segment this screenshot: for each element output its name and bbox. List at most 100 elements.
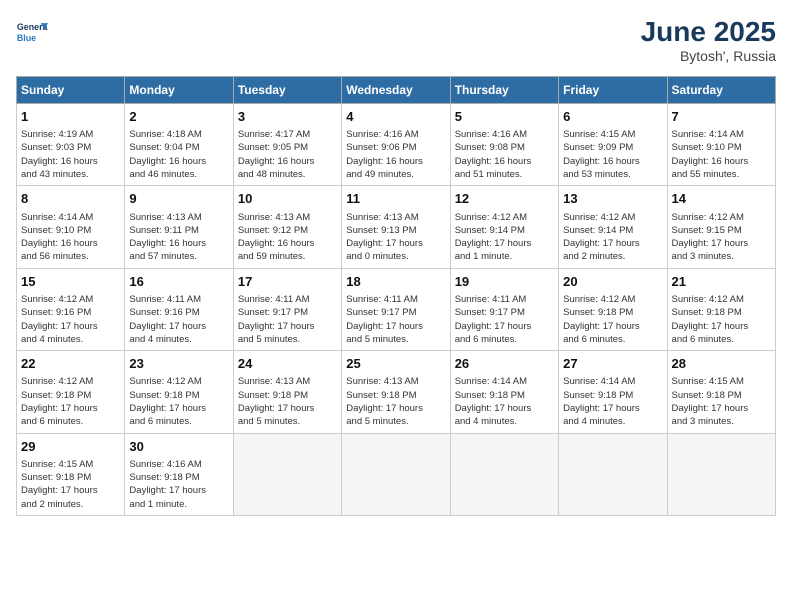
day-info-line: Sunrise: 4:19 AM bbox=[21, 128, 120, 141]
day-of-week-tuesday: Tuesday bbox=[233, 77, 341, 104]
day-info-line: Sunrise: 4:16 AM bbox=[346, 128, 445, 141]
calendar-cell: 20Sunrise: 4:12 AMSunset: 9:18 PMDayligh… bbox=[559, 268, 667, 350]
day-info-line: Sunrise: 4:13 AM bbox=[129, 211, 228, 224]
day-info-line: Daylight: 16 hours bbox=[563, 155, 662, 168]
day-info-line: Sunrise: 4:16 AM bbox=[455, 128, 554, 141]
day-info-line: Sunrise: 4:16 AM bbox=[129, 458, 228, 471]
location: Bytosh', Russia bbox=[641, 48, 776, 64]
svg-text:Blue: Blue bbox=[17, 33, 36, 43]
day-of-week-thursday: Thursday bbox=[450, 77, 558, 104]
day-info-line: Daylight: 17 hours bbox=[21, 484, 120, 497]
day-info-line: Daylight: 17 hours bbox=[21, 320, 120, 333]
day-info-line: Daylight: 16 hours bbox=[346, 155, 445, 168]
day-info-line: Sunrise: 4:14 AM bbox=[563, 375, 662, 388]
day-number: 27 bbox=[563, 355, 662, 373]
day-info-line: Sunset: 9:17 PM bbox=[346, 306, 445, 319]
day-info-line: Sunset: 9:18 PM bbox=[346, 389, 445, 402]
calendar-body: 1Sunrise: 4:19 AMSunset: 9:03 PMDaylight… bbox=[17, 104, 776, 516]
calendar-week-2: 8Sunrise: 4:14 AMSunset: 9:10 PMDaylight… bbox=[17, 186, 776, 268]
day-info-line: Sunset: 9:18 PM bbox=[21, 471, 120, 484]
calendar-cell: 3Sunrise: 4:17 AMSunset: 9:05 PMDaylight… bbox=[233, 104, 341, 186]
day-info-line: Sunrise: 4:12 AM bbox=[129, 375, 228, 388]
day-info-line: Sunset: 9:09 PM bbox=[563, 141, 662, 154]
day-info-line: and 4 minutes. bbox=[563, 415, 662, 428]
day-info-line: Daylight: 17 hours bbox=[563, 237, 662, 250]
day-info-line: Sunset: 9:08 PM bbox=[455, 141, 554, 154]
calendar-cell: 1Sunrise: 4:19 AMSunset: 9:03 PMDaylight… bbox=[17, 104, 125, 186]
day-info-line: and 5 minutes. bbox=[238, 415, 337, 428]
calendar-cell: 16Sunrise: 4:11 AMSunset: 9:16 PMDayligh… bbox=[125, 268, 233, 350]
calendar-cell: 28Sunrise: 4:15 AMSunset: 9:18 PMDayligh… bbox=[667, 351, 775, 433]
day-info-line: Sunrise: 4:13 AM bbox=[346, 211, 445, 224]
day-info-line: Sunrise: 4:11 AM bbox=[455, 293, 554, 306]
day-info-line: Daylight: 16 hours bbox=[21, 155, 120, 168]
calendar-cell: 13Sunrise: 4:12 AMSunset: 9:14 PMDayligh… bbox=[559, 186, 667, 268]
day-of-week-monday: Monday bbox=[125, 77, 233, 104]
day-info-line: Daylight: 17 hours bbox=[672, 320, 771, 333]
day-info-line: Daylight: 17 hours bbox=[672, 402, 771, 415]
day-info-line: Sunrise: 4:15 AM bbox=[672, 375, 771, 388]
day-info-line: Daylight: 16 hours bbox=[129, 155, 228, 168]
day-number: 22 bbox=[21, 355, 120, 373]
calendar-cell: 17Sunrise: 4:11 AMSunset: 9:17 PMDayligh… bbox=[233, 268, 341, 350]
day-info-line: Daylight: 17 hours bbox=[129, 320, 228, 333]
day-info-line: and 4 minutes. bbox=[455, 415, 554, 428]
day-number: 6 bbox=[563, 108, 662, 126]
day-info-line: Sunrise: 4:15 AM bbox=[563, 128, 662, 141]
day-info-line: Daylight: 17 hours bbox=[563, 402, 662, 415]
day-info-line: Daylight: 17 hours bbox=[346, 237, 445, 250]
day-info-line: Sunset: 9:16 PM bbox=[129, 306, 228, 319]
calendar-cell bbox=[233, 433, 341, 515]
day-info-line: Sunset: 9:18 PM bbox=[129, 389, 228, 402]
day-info-line: Sunrise: 4:13 AM bbox=[346, 375, 445, 388]
day-info-line: Sunrise: 4:12 AM bbox=[672, 293, 771, 306]
day-number: 16 bbox=[129, 273, 228, 291]
day-number: 15 bbox=[21, 273, 120, 291]
day-number: 7 bbox=[672, 108, 771, 126]
calendar-cell bbox=[667, 433, 775, 515]
day-info-line: Sunset: 9:15 PM bbox=[672, 224, 771, 237]
day-info-line: Sunset: 9:18 PM bbox=[238, 389, 337, 402]
day-info-line: Sunrise: 4:14 AM bbox=[21, 211, 120, 224]
calendar-table: SundayMondayTuesdayWednesdayThursdayFrid… bbox=[16, 76, 776, 516]
calendar-cell: 19Sunrise: 4:11 AMSunset: 9:17 PMDayligh… bbox=[450, 268, 558, 350]
calendar-cell: 24Sunrise: 4:13 AMSunset: 9:18 PMDayligh… bbox=[233, 351, 341, 433]
calendar-cell: 8Sunrise: 4:14 AMSunset: 9:10 PMDaylight… bbox=[17, 186, 125, 268]
calendar-cell: 21Sunrise: 4:12 AMSunset: 9:18 PMDayligh… bbox=[667, 268, 775, 350]
logo: General Blue bbox=[16, 16, 48, 48]
day-number: 14 bbox=[672, 190, 771, 208]
day-info-line: and 51 minutes. bbox=[455, 168, 554, 181]
day-info-line: and 57 minutes. bbox=[129, 250, 228, 263]
day-info-line: and 1 minute. bbox=[455, 250, 554, 263]
day-of-week-saturday: Saturday bbox=[667, 77, 775, 104]
day-info-line: Sunrise: 4:13 AM bbox=[238, 375, 337, 388]
calendar-cell bbox=[450, 433, 558, 515]
day-info-line: and 55 minutes. bbox=[672, 168, 771, 181]
day-info-line: Daylight: 17 hours bbox=[455, 402, 554, 415]
day-info-line: Sunset: 9:18 PM bbox=[563, 306, 662, 319]
day-info-line: Sunset: 9:14 PM bbox=[455, 224, 554, 237]
day-number: 21 bbox=[672, 273, 771, 291]
calendar-cell: 5Sunrise: 4:16 AMSunset: 9:08 PMDaylight… bbox=[450, 104, 558, 186]
calendar-cell: 12Sunrise: 4:12 AMSunset: 9:14 PMDayligh… bbox=[450, 186, 558, 268]
day-number: 24 bbox=[238, 355, 337, 373]
day-info-line: Sunset: 9:18 PM bbox=[455, 389, 554, 402]
day-info-line: Daylight: 17 hours bbox=[21, 402, 120, 415]
page-header: General Blue June 2025 Bytosh', Russia bbox=[16, 16, 776, 64]
day-info-line: Sunrise: 4:17 AM bbox=[238, 128, 337, 141]
day-number: 10 bbox=[238, 190, 337, 208]
day-info-line: Daylight: 17 hours bbox=[563, 320, 662, 333]
day-info-line: and 4 minutes. bbox=[21, 333, 120, 346]
day-info-line: and 0 minutes. bbox=[346, 250, 445, 263]
calendar-cell: 18Sunrise: 4:11 AMSunset: 9:17 PMDayligh… bbox=[342, 268, 450, 350]
calendar-week-5: 29Sunrise: 4:15 AMSunset: 9:18 PMDayligh… bbox=[17, 433, 776, 515]
day-info-line: and 5 minutes. bbox=[346, 415, 445, 428]
day-info-line: Sunset: 9:18 PM bbox=[129, 471, 228, 484]
day-info-line: Daylight: 17 hours bbox=[129, 484, 228, 497]
day-number: 4 bbox=[346, 108, 445, 126]
day-info-line: and 4 minutes. bbox=[129, 333, 228, 346]
day-info-line: Sunset: 9:10 PM bbox=[672, 141, 771, 154]
calendar-cell: 6 Sunrise: 4:15 AMSunset: 9:09 PMDaylight… bbox=[559, 104, 667, 186]
day-info-line: Daylight: 17 hours bbox=[672, 237, 771, 250]
day-info-line: Sunset: 9:13 PM bbox=[346, 224, 445, 237]
